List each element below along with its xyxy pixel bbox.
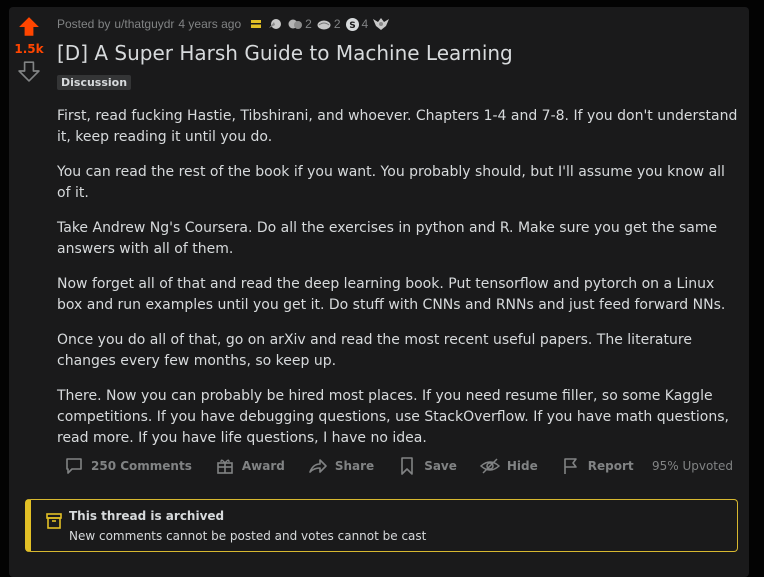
eagle-award-icon <box>373 18 390 30</box>
archived-message: New comments cannot be posted and votes … <box>69 529 427 543</box>
silver-award-icon <box>251 20 262 28</box>
share-label: Share <box>334 459 375 473</box>
body-paragraph: There. Now you can probably be hired mos… <box>57 388 729 446</box>
save-button[interactable]: Save <box>390 451 463 481</box>
comments-label: 250 Comments <box>91 459 192 473</box>
body-paragraph: Once you do all of that, go on arXiv and… <box>57 332 692 369</box>
upvote-ratio: 95% Upvoted <box>651 459 733 473</box>
post-card: 1.5k Posted by u/thatguydr 4 years ago 2… <box>9 7 749 577</box>
post-content: Posted by u/thatguydr 4 years ago 2 2 S … <box>57 7 739 463</box>
wholesome-award-icon <box>288 19 303 29</box>
award-button[interactable]: Award <box>208 451 291 481</box>
comment-icon <box>63 455 85 477</box>
downvote-button[interactable] <box>17 59 41 83</box>
eye-slash-icon <box>479 455 501 477</box>
gift-icon <box>214 455 236 477</box>
post-body: First, read fucking Hastie, Tibshirani, … <box>57 106 739 449</box>
comments-button[interactable]: 250 Comments <box>57 451 198 481</box>
flag-icon <box>560 455 582 477</box>
award-count: 2 <box>305 17 312 31</box>
award-item[interactable]: 2 <box>316 16 341 32</box>
vote-column: 1.5k <box>9 7 49 83</box>
archived-title: This thread is archived <box>69 509 225 523</box>
share-button[interactable]: Share <box>301 451 380 481</box>
award-item[interactable] <box>372 16 390 32</box>
upvote-button[interactable] <box>17 15 41 39</box>
award-item[interactable] <box>249 17 263 31</box>
report-button[interactable]: Report <box>554 451 640 481</box>
s-award-icon: S <box>345 17 359 31</box>
awards-list[interactable]: 2 2 S 4 <box>249 16 390 32</box>
share-icon <box>307 455 329 477</box>
posted-by-label: Posted by <box>57 17 111 31</box>
archive-box-icon <box>45 512 63 535</box>
author-link[interactable]: u/thatguydr <box>114 17 174 31</box>
award-item[interactable]: 2 <box>287 16 312 32</box>
body-paragraph: First, read fucking Hastie, Tibshirani, … <box>57 108 738 145</box>
award-label: Award <box>241 459 285 473</box>
body-paragraph: You can read the rest of the book if you… <box>57 164 725 201</box>
archived-notice: This thread is archived New comments can… <box>25 499 738 552</box>
save-label: Save <box>424 459 457 473</box>
award-item[interactable] <box>267 16 283 32</box>
bookmark-icon <box>396 455 418 477</box>
downvote-arrow-icon <box>18 61 40 82</box>
post-title[interactable]: [D] A Super Harsh Guide to Machine Learn… <box>57 41 739 65</box>
post-meta: Posted by u/thatguydr 4 years ago 2 2 S … <box>57 7 739 41</box>
award-count: 2 <box>333 17 341 31</box>
hide-label: Hide <box>506 459 538 473</box>
vote-score: 1.5k <box>14 42 44 56</box>
brain-award-icon <box>317 20 331 30</box>
body-paragraph: Take Andrew Ng's Coursera. Do all the ex… <box>57 220 718 257</box>
post-flair[interactable]: Discussion <box>57 75 132 90</box>
helpful-award-icon <box>269 19 282 29</box>
svg-text:S: S <box>349 21 355 31</box>
award-count: 4 <box>361 17 369 31</box>
post-time[interactable]: 4 years ago <box>178 17 241 31</box>
report-label: Report <box>587 459 634 473</box>
hide-button[interactable]: Hide <box>473 451 544 481</box>
award-item[interactable]: S 4 <box>345 17 369 32</box>
post-actions-bar: 250 Comments Award Share Save Hide Repor… <box>57 451 733 481</box>
body-paragraph: Now forget all of that and read the deep… <box>57 276 726 313</box>
upvote-arrow-icon <box>19 17 39 36</box>
